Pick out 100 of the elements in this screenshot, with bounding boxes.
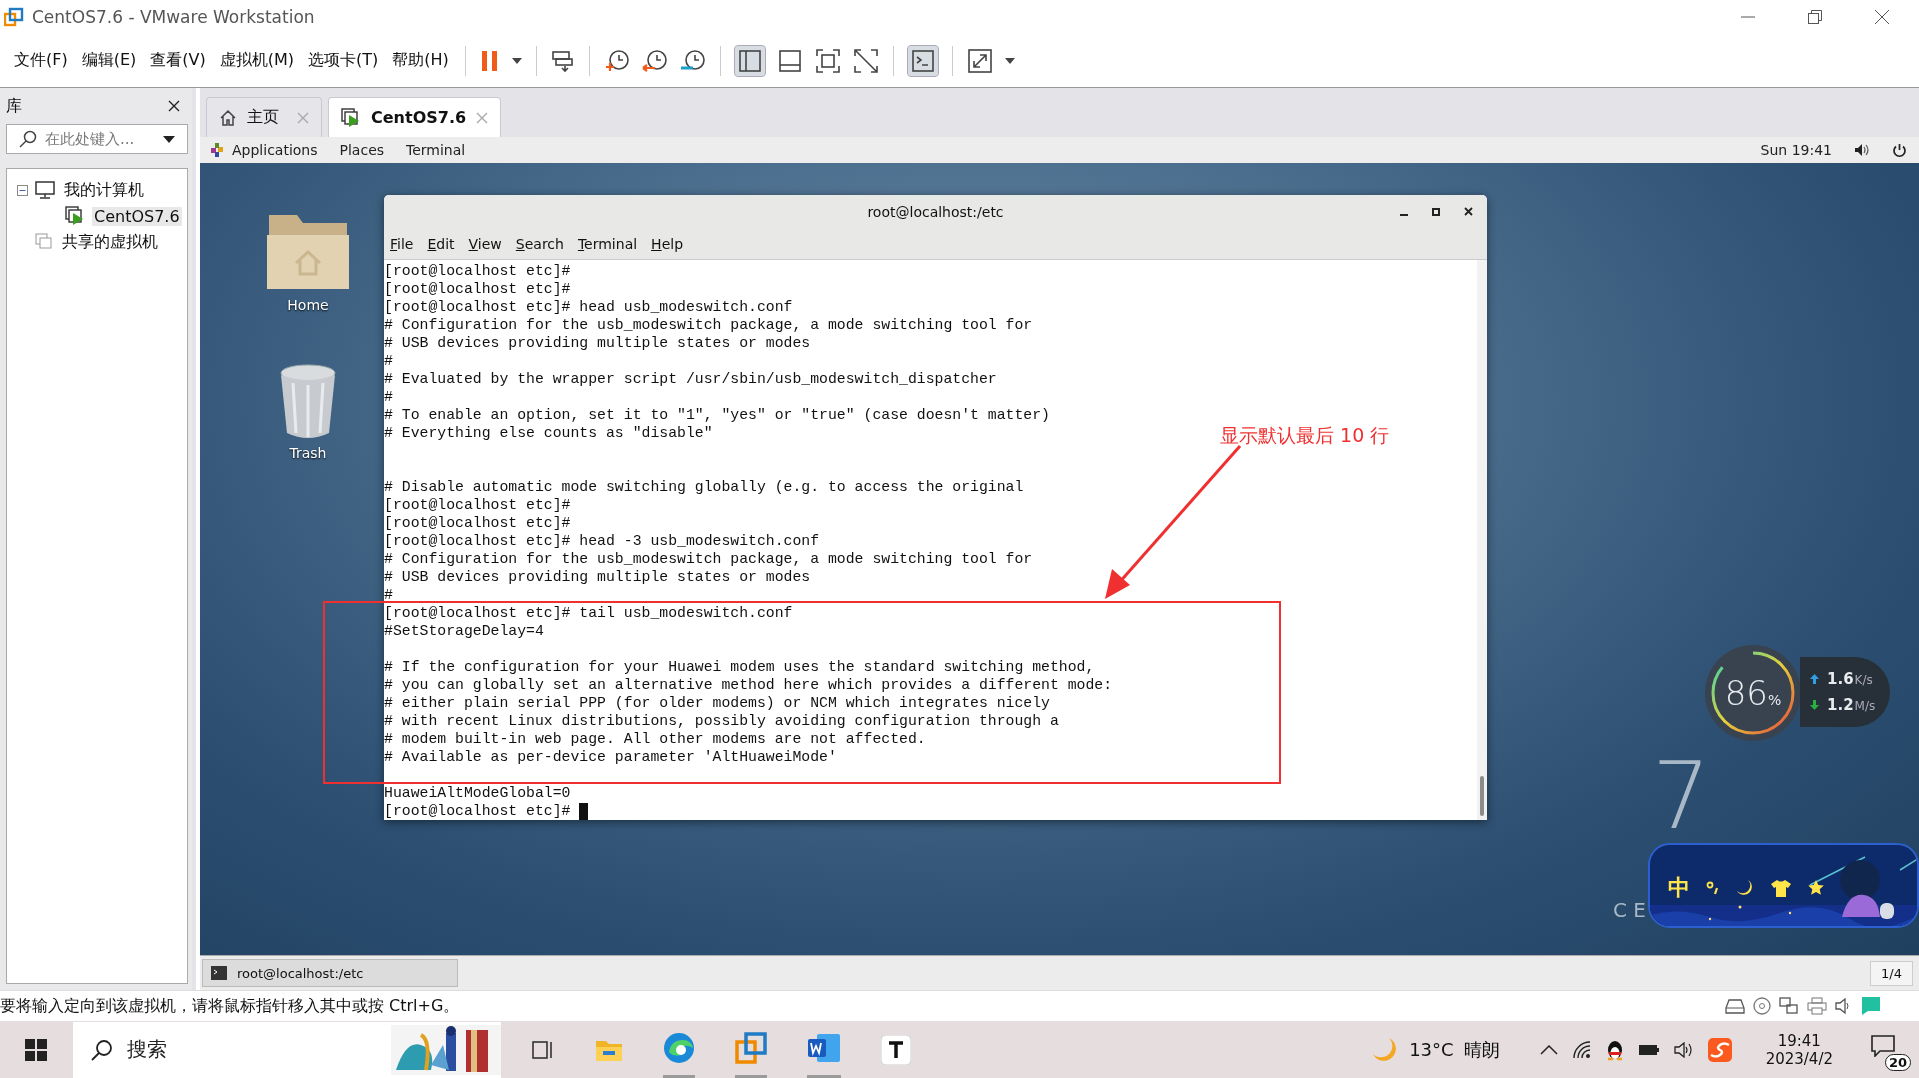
annotation-text: 显示默认最后 10 行 [1220, 423, 1390, 448]
search-icon [91, 1038, 113, 1061]
input-mode[interactable]: 中 [1668, 873, 1690, 903]
temperature[interactable]: 13°C [1409, 1039, 1454, 1060]
clock-time[interactable]: 19:41 [1777, 1031, 1821, 1050]
close-icon[interactable] [1875, 10, 1889, 24]
menu-item[interactable]: Help [651, 236, 684, 253]
terminal-line: # Disable automatic mode switching globally (e.g. to access the original [384, 478, 1024, 496]
menu-item[interactable]: 查看(V) [150, 50, 206, 71]
terminal-line: [root@localhost etc]# [384, 280, 571, 298]
search-input[interactable]: 在此处键入... [45, 130, 155, 148]
console-view-icon[interactable] [776, 47, 803, 74]
search-field[interactable]: 搜索 [73, 1021, 501, 1078]
menu-item[interactable]: File [390, 236, 414, 253]
weather-condition[interactable]: 晴朗 [1463, 1037, 1500, 1062]
terminal-line: # modem built-in web page. All other modems are not affected. [384, 730, 926, 748]
battery-icon[interactable] [1637, 1042, 1660, 1057]
terminal-line: # [384, 586, 393, 604]
collapse-icon[interactable] [17, 184, 28, 196]
maximize-icon[interactable] [1432, 207, 1440, 216]
sidebar-view-icon[interactable] [734, 45, 765, 76]
chevron-up-icon[interactable] [1539, 1044, 1558, 1055]
send-keys-icon[interactable] [550, 48, 575, 73]
tree-item[interactable]: 共享的虚拟机 [60, 231, 160, 253]
percent-sign: % [1767, 692, 1782, 708]
cd-icon[interactable] [1753, 997, 1771, 1015]
fullscreen-icon[interactable] [814, 47, 841, 74]
terminal-line: [root@localhost etc]# tail usb_modeswitch.conf [384, 604, 793, 622]
restore-icon[interactable] [1808, 10, 1822, 24]
terminal-line: [root@localhost etc]# [384, 514, 571, 532]
workspace-indicator[interactable]: 1/4 [1870, 960, 1913, 986]
notification-icon[interactable] [1871, 1034, 1895, 1057]
menu-item[interactable]: Terminal [577, 236, 638, 253]
pause-icon[interactable] [479, 48, 500, 73]
terminal-icon[interactable] [907, 45, 938, 76]
star-icon[interactable] [1808, 880, 1824, 896]
menu-item[interactable]: Edit [427, 236, 455, 253]
volume-icon[interactable] [1854, 143, 1870, 157]
sogou-icon[interactable] [1707, 1037, 1732, 1062]
trash-icon[interactable] [278, 363, 338, 439]
cpu-percent: 86 [1724, 673, 1768, 713]
unity-icon[interactable] [852, 47, 879, 74]
revert-snapshot-icon[interactable] [641, 48, 668, 73]
start-icon[interactable] [25, 1038, 47, 1061]
caret-icon[interactable] [511, 57, 522, 64]
task-view-icon[interactable] [531, 1038, 555, 1061]
dropdown-icon[interactable] [163, 135, 175, 143]
library-title: 库 [6, 95, 22, 117]
tab[interactable]: 主页 [206, 97, 322, 137]
desktop-icon-label[interactable]: Home [287, 297, 329, 313]
snapshot-manager-icon[interactable] [679, 48, 706, 73]
vm-app-icon[interactable] [735, 1032, 767, 1064]
panel-menu[interactable]: Places [339, 142, 385, 158]
menu-item[interactable]: 帮助(H) [392, 50, 449, 71]
terminal-line: [root@localhost etc]# head usb_modeswitch.conf [384, 298, 793, 316]
terminal-line: # either plain serial PPP (for older modems) or NCM which integrates nicely [384, 694, 1050, 712]
taskbar-item[interactable]: root@localhost:/etc [202, 959, 458, 987]
tree-item[interactable]: 我的计算机 [62, 179, 146, 201]
punctuation-icon[interactable] [1706, 880, 1720, 896]
terminal-line: # with recent Linux distributions, possibly avoiding configuration through a [384, 712, 1059, 730]
wallpaper-text: 7 [1652, 751, 1711, 843]
close-icon[interactable] [168, 100, 180, 112]
document-app-icon[interactable] [807, 1033, 841, 1063]
terminal-line: # [384, 352, 393, 370]
terminal-line: [root@localhost etc]# [384, 262, 571, 280]
stretch-icon[interactable] [966, 47, 993, 74]
tab[interactable]: CentOS7.6 [328, 97, 502, 137]
menu-item[interactable]: 选项卡(T) [308, 50, 379, 71]
terminal-line: # Available as per-device parameter 'AltHuaweiMode' [384, 748, 837, 766]
penguin-icon[interactable] [1605, 1038, 1624, 1061]
menu-item[interactable]: 文件(F) [14, 50, 68, 71]
panel-menu[interactable]: Terminal [406, 142, 466, 158]
volume-icon[interactable] [1673, 1041, 1694, 1058]
snapshot-icon[interactable] [603, 48, 630, 73]
home-icon [219, 108, 237, 127]
power-icon[interactable] [1892, 142, 1907, 158]
clock-date[interactable]: 2023/4/2 [1765, 1049, 1833, 1068]
browser-icon[interactable] [663, 1032, 695, 1064]
monitor-icon [35, 181, 55, 199]
printer-icon[interactable] [1807, 997, 1827, 1015]
shirt-icon[interactable] [1770, 879, 1792, 897]
panel-menu[interactable]: Applications [232, 142, 318, 158]
terminal-line: # USB devices providing multiple states or modes [384, 334, 811, 352]
speed-unit: M/s [1854, 699, 1876, 713]
menu-item[interactable]: View [468, 236, 502, 253]
menu-item[interactable]: Search [515, 236, 564, 253]
network-adapter-icon[interactable] [1779, 997, 1799, 1015]
window-title: CentOS7.6 - VMware Workstation [32, 7, 315, 27]
moon-icon[interactable] [1736, 879, 1754, 897]
text-app-icon[interactable] [881, 1034, 911, 1065]
search-field[interactable]: 在此处键入... [6, 124, 188, 154]
tree-item[interactable]: CentOS7.6 [92, 206, 182, 226]
clock[interactable]: Sun 19:41 [1760, 142, 1832, 158]
caret-icon[interactable] [1004, 57, 1015, 64]
scrollbar-thumb[interactable] [1480, 776, 1484, 816]
wifi-icon[interactable] [1571, 1040, 1592, 1059]
close-icon[interactable] [1464, 207, 1473, 216]
menu-item[interactable]: 编辑(E) [81, 50, 137, 71]
menu-item[interactable]: 虚拟机(M) [219, 50, 294, 71]
desktop-icon-label[interactable]: Trash [289, 445, 327, 461]
